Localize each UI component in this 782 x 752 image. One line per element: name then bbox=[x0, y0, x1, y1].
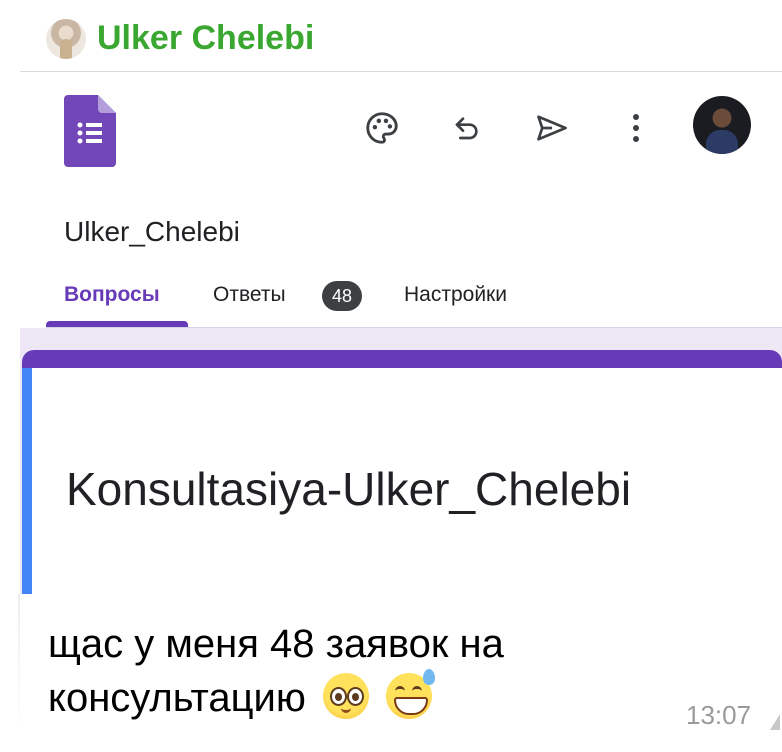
theme-color-bar bbox=[22, 350, 782, 368]
bubble-tail bbox=[770, 714, 780, 730]
form-header-card[interactable]: Konsultasiya-Ulker_Chelebi bbox=[22, 350, 782, 594]
bubble-edge bbox=[18, 594, 20, 734]
form-name[interactable]: Ulker_Chelebi bbox=[64, 215, 240, 249]
send-icon[interactable] bbox=[532, 108, 572, 148]
sender-avatar[interactable] bbox=[46, 19, 86, 59]
undo-icon[interactable] bbox=[447, 108, 487, 148]
responses-count-badge: 48 bbox=[322, 281, 362, 311]
message-text: щас у меня 48 заявок на консультацию bbox=[48, 617, 648, 725]
account-avatar[interactable] bbox=[693, 96, 751, 154]
message-body: щас у меня 48 заявок на консультацию bbox=[48, 622, 504, 720]
grinning-sweat-face-icon bbox=[386, 669, 436, 719]
more-vert-icon[interactable] bbox=[616, 108, 656, 148]
chat-header: Ulker Chelebi bbox=[0, 0, 782, 72]
tab-questions[interactable]: Вопросы bbox=[64, 281, 160, 309]
sender-name[interactable]: Ulker Chelebi bbox=[97, 18, 314, 58]
form-title[interactable]: Konsultasiya-Ulker_Chelebi bbox=[66, 460, 706, 518]
message-time: 13:07 bbox=[686, 700, 752, 730]
focus-accent-bar bbox=[22, 368, 32, 594]
pleading-face-icon bbox=[322, 673, 369, 719]
tab-settings[interactable]: Настройки bbox=[404, 281, 507, 309]
tab-responses[interactable]: Ответы bbox=[213, 281, 286, 309]
palette-icon[interactable] bbox=[362, 108, 402, 148]
attached-image[interactable]: Ulker_Chelebi Вопросы Ответы 48 Настройк… bbox=[20, 72, 782, 594]
google-forms-icon bbox=[64, 95, 116, 167]
